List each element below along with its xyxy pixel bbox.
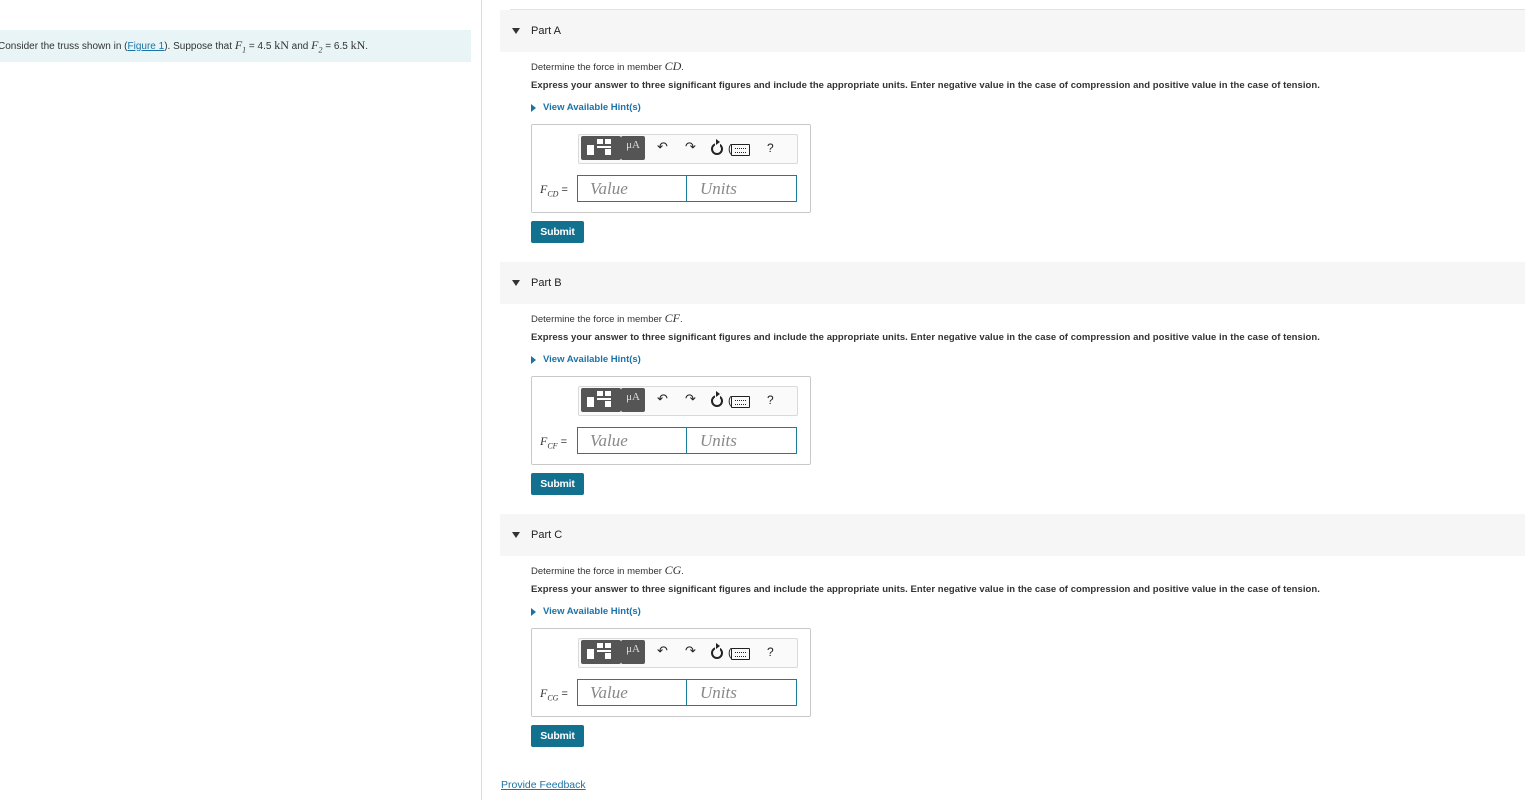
expand-triangle-icon xyxy=(531,103,536,112)
hint-label: View Available Hint(s) xyxy=(543,606,641,617)
hint-label: View Available Hint(s) xyxy=(543,102,641,113)
view-hints-link[interactable]: View Available Hint(s) xyxy=(531,102,641,113)
part-c-header[interactable]: Part C xyxy=(500,514,1525,556)
f1-symbol: F1 xyxy=(234,37,247,55)
templates-button[interactable] xyxy=(581,136,621,160)
math-toolbar: μA ↶ ↷ ( ? xyxy=(578,638,798,668)
keyboard-icon[interactable] xyxy=(731,396,750,408)
problem-middle: ). Suppose that xyxy=(164,40,235,52)
provide-feedback-link[interactable]: Provide Feedback xyxy=(501,779,586,791)
variable-label: FCD = xyxy=(540,182,568,199)
part-a-header[interactable]: Part A xyxy=(500,10,1525,52)
undo-icon[interactable]: ↶ xyxy=(657,643,668,659)
part-b-header[interactable]: Part B xyxy=(500,262,1525,304)
problem-text: Consider the truss shown in (Figure 1). … xyxy=(0,38,368,54)
instructions: Express your answer to three significant… xyxy=(531,332,1320,343)
undo-icon[interactable]: ↶ xyxy=(657,139,668,155)
left-pane: Consider the truss shown in (Figure 1). … xyxy=(0,0,481,800)
problem-statement: Consider the truss shown in (Figure 1). … xyxy=(0,30,471,62)
question-text: Determine the force in member CD. xyxy=(531,59,684,73)
question-text: Determine the force in member CG. xyxy=(531,563,684,577)
f1-value: = 4.5 xyxy=(246,40,275,52)
help-button[interactable]: ? xyxy=(767,393,774,407)
problem-end: . xyxy=(365,40,369,52)
answer-box: μA ↶ ↷ ( ? FCF = Value Units xyxy=(531,376,811,465)
expand-triangle-icon xyxy=(531,355,536,364)
collapse-caret-icon[interactable] xyxy=(512,532,520,538)
templates-button[interactable] xyxy=(581,640,621,664)
templates-button[interactable] xyxy=(581,388,621,412)
instructions: Express your answer to three significant… xyxy=(531,584,1320,595)
f2-unit: kN xyxy=(350,37,366,52)
f2-value: = 6.5 xyxy=(322,40,351,52)
answer-box: μA ↶ ↷ ( ? FCD = Value Units xyxy=(531,124,811,213)
value-input[interactable]: Value xyxy=(577,427,687,454)
view-hints-link[interactable]: View Available Hint(s) xyxy=(531,606,641,617)
member-label: CG xyxy=(664,563,682,577)
problem-prefix: Consider the truss shown in ( xyxy=(0,40,128,52)
value-input[interactable]: Value xyxy=(577,679,687,706)
value-input[interactable]: Value xyxy=(577,175,687,202)
f1-unit: kN xyxy=(274,37,289,52)
f2-symbol: F2 xyxy=(311,37,323,55)
redo-icon[interactable]: ↷ xyxy=(685,643,696,659)
units-button[interactable]: μA xyxy=(621,640,645,664)
part-title: Part B xyxy=(531,277,562,289)
member-label: CF xyxy=(664,311,680,325)
hint-label: View Available Hint(s) xyxy=(543,354,641,365)
help-button[interactable]: ? xyxy=(767,645,774,659)
right-pane: Part A Determine the force in member CD.… xyxy=(482,0,1525,800)
submit-button[interactable]: Submit xyxy=(531,473,584,495)
units-input[interactable]: Units xyxy=(686,679,797,706)
units-button[interactable]: μA xyxy=(621,388,645,412)
redo-icon[interactable]: ↷ xyxy=(685,139,696,155)
units-input[interactable]: Units xyxy=(686,427,797,454)
units-button[interactable]: μA xyxy=(621,136,645,160)
answer-box: μA ↶ ↷ ( ? FCG = Value Units xyxy=(531,628,811,717)
variable-label: FCG = xyxy=(540,686,568,703)
problem-and: and xyxy=(288,40,312,52)
collapse-caret-icon[interactable] xyxy=(512,28,520,34)
view-hints-link[interactable]: View Available Hint(s) xyxy=(531,354,641,365)
part-title: Part A xyxy=(531,25,561,37)
part-title: Part C xyxy=(531,529,563,541)
math-toolbar: μA ↶ ↷ ( ? xyxy=(578,386,798,416)
instructions: Express your answer to three significant… xyxy=(531,80,1320,91)
submit-button[interactable]: Submit xyxy=(531,725,584,747)
math-toolbar: μA ↶ ↷ ( ? xyxy=(578,134,798,164)
collapse-caret-icon[interactable] xyxy=(512,280,520,286)
member-label: CD xyxy=(664,59,682,73)
question-text: Determine the force in member CF. xyxy=(531,311,683,325)
units-input[interactable]: Units xyxy=(686,175,797,202)
variable-label: FCF = xyxy=(540,434,568,451)
figure-link[interactable]: Figure 1 xyxy=(128,41,165,52)
expand-triangle-icon xyxy=(531,607,536,616)
keyboard-icon[interactable] xyxy=(731,648,750,660)
keyboard-icon[interactable] xyxy=(731,144,750,156)
submit-button[interactable]: Submit xyxy=(531,221,584,243)
help-button[interactable]: ? xyxy=(767,141,774,155)
redo-icon[interactable]: ↷ xyxy=(685,391,696,407)
undo-icon[interactable]: ↶ xyxy=(657,391,668,407)
